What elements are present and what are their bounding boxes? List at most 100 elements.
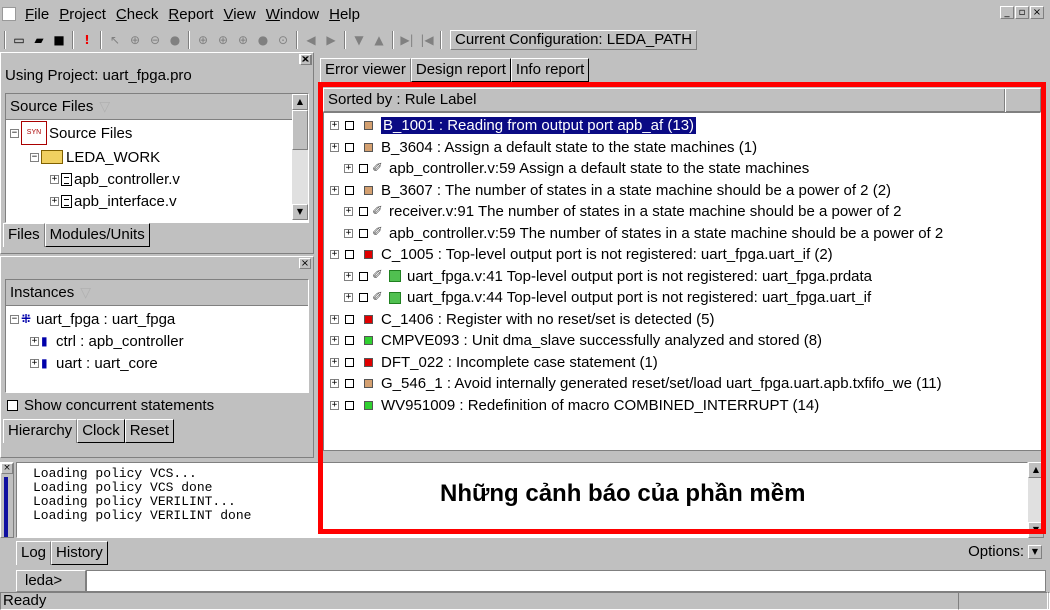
instances-header[interactable]: Instances ▽ <box>6 280 308 306</box>
error-row[interactable]: + ✐ apb_controller.v:59 The number of stat… <box>344 223 943 244</box>
error-row[interactable]: + B_3607 : The number of states in a stat… <box>330 180 891 201</box>
row-checkbox[interactable] <box>345 357 354 367</box>
tab-design-report[interactable]: Design report <box>410 58 511 82</box>
save-icon[interactable]: ■ <box>50 31 68 49</box>
tab-history[interactable]: History <box>51 541 108 565</box>
options-control[interactable]: Options: ▼ <box>968 543 1042 560</box>
tree-item-apb-controller[interactable]: + apb_controller.v <box>50 168 180 190</box>
scroll-down-icon[interactable]: ▼ <box>1028 522 1044 538</box>
expand-icon[interactable]: + <box>330 336 339 345</box>
menu-window[interactable]: Window <box>261 6 324 23</box>
error-row[interactable]: + DFT_022 : Incomplete case statement (1) <box>330 352 658 373</box>
row-checkbox[interactable] <box>345 142 354 152</box>
expand-icon[interactable]: + <box>330 142 339 152</box>
close-icon[interactable]: × <box>1030 6 1044 19</box>
prev-icon[interactable]: ◀ <box>302 31 320 49</box>
error-row[interactable]: + ✐ apb_controller.v:59 Assign a default s… <box>344 158 809 179</box>
scroll-thumb[interactable] <box>292 110 308 150</box>
fit-icon[interactable]: ● <box>166 31 184 49</box>
expand-icon[interactable]: + <box>344 228 353 238</box>
down-icon[interactable]: ▼ <box>350 31 368 49</box>
tab-files[interactable]: Files <box>3 223 45 247</box>
up-icon[interactable]: ▲ <box>370 31 388 49</box>
row-checkbox[interactable] <box>359 293 368 302</box>
zoom-next-icon[interactable]: ⊕ <box>234 31 252 49</box>
tree-item-apb-interface[interactable]: + apb_interface.v <box>50 190 177 212</box>
expand-icon[interactable]: + <box>344 271 353 281</box>
error-row[interactable]: + C_1005 : Top-level output port is not r… <box>330 244 833 265</box>
tree-item-uart[interactable]: + ▮ uart : uart_core <box>30 352 158 374</box>
menu-project[interactable]: Project <box>54 6 111 23</box>
pane-close-icon[interactable]: × <box>1 463 13 474</box>
new-file-icon[interactable]: ▭ <box>10 31 28 49</box>
tab-info-report[interactable]: Info report <box>510 58 590 82</box>
row-checkbox[interactable] <box>359 207 368 216</box>
error-row[interactable]: + B_3604 : Assign a default state to the … <box>330 137 757 158</box>
expand-icon[interactable]: + <box>330 185 339 195</box>
tree-item-source-files[interactable]: − SYN Source Files <box>10 121 132 145</box>
search-icon[interactable]: ⊙ <box>274 31 292 49</box>
expand-icon[interactable]: + <box>330 121 339 130</box>
scroll-up-icon[interactable]: ▲ <box>292 94 308 110</box>
expand-icon[interactable]: + <box>30 358 39 368</box>
error-row[interactable]: + ✐ receiver.v:91 The number of states in … <box>344 201 902 222</box>
highlight-icon[interactable]: ● <box>254 31 272 49</box>
row-checkbox[interactable] <box>359 164 368 173</box>
zoom-prev-icon[interactable]: ⊕ <box>214 31 232 49</box>
log-pane-grip[interactable]: × <box>0 462 14 538</box>
expand-icon[interactable]: + <box>330 314 339 324</box>
expand-icon[interactable]: + <box>330 250 339 259</box>
scroll-up-icon[interactable]: ▲ <box>1028 462 1044 478</box>
zoom-out-icon[interactable]: ⊖ <box>146 31 164 49</box>
open-folder-icon[interactable]: ▰ <box>30 31 48 49</box>
menu-view[interactable]: View <box>218 6 260 23</box>
row-checkbox[interactable] <box>345 250 354 259</box>
tab-modules-units[interactable]: Modules/Units <box>44 223 150 247</box>
chevron-down-icon[interactable]: ▼ <box>1028 544 1042 559</box>
tree-scrollbar[interactable]: ▲ ▼ <box>292 94 308 220</box>
zoom-area-icon[interactable]: ⊕ <box>194 31 212 49</box>
step-forward-icon[interactable]: ▶| <box>398 31 416 49</box>
tab-error-viewer[interactable]: Error viewer <box>320 58 411 82</box>
pointer-icon[interactable]: ↖ <box>106 31 124 49</box>
expand-icon[interactable]: + <box>344 293 353 302</box>
error-row[interactable]: + ✐ uart_fpga.v:44 Top-level output port i… <box>344 287 871 308</box>
tab-reset[interactable]: Reset <box>124 419 174 443</box>
error-row[interactable]: + WV951009 : Redefinition of macro COMBIN… <box>330 395 819 416</box>
sorted-by-header[interactable]: Sorted by : Rule Label <box>323 88 1041 113</box>
column-separator[interactable] <box>1004 89 1006 113</box>
source-files-header[interactable]: Source Files ▽ <box>6 94 308 120</box>
expand-icon[interactable]: + <box>344 207 353 216</box>
next-icon[interactable]: ▶ <box>322 31 340 49</box>
menu-help[interactable]: Help <box>324 6 365 23</box>
expand-icon[interactable]: + <box>344 164 353 173</box>
error-row[interactable]: + CMPVE093 : Unit dma_slave successfully … <box>330 330 822 351</box>
error-row[interactable]: + C_1406 : Register with no reset/set is … <box>330 309 715 330</box>
row-checkbox[interactable] <box>345 336 354 345</box>
show-concurrent-checkbox[interactable]: Show concurrent statements <box>7 397 214 414</box>
tab-hierarchy[interactable]: Hierarchy <box>3 419 78 443</box>
zoom-in-icon[interactable]: ⊕ <box>126 31 144 49</box>
menu-file[interactable]: File <box>20 6 54 23</box>
checkbox-box[interactable] <box>7 400 18 411</box>
error-row[interactable]: + ✐ uart_fpga.v:41 Top-level output port i… <box>344 266 872 287</box>
menu-check[interactable]: Check <box>111 6 164 23</box>
expand-icon[interactable]: + <box>50 196 59 206</box>
log-scrollbar[interactable]: ▲ ▼ <box>1028 462 1044 538</box>
row-checkbox[interactable] <box>345 121 354 130</box>
step-back-icon[interactable]: |◀ <box>418 31 436 49</box>
expand-icon[interactable]: + <box>330 400 339 410</box>
collapse-icon[interactable]: − <box>30 152 39 162</box>
expand-icon[interactable]: + <box>330 357 339 367</box>
error-row[interactable]: + B_1001 : Reading from output port apb_a… <box>330 115 697 136</box>
row-checkbox[interactable] <box>359 271 368 281</box>
row-checkbox[interactable] <box>359 228 368 238</box>
tab-log[interactable]: Log <box>16 541 52 565</box>
scroll-down-icon[interactable]: ▼ <box>292 204 308 220</box>
row-checkbox[interactable] <box>345 185 354 195</box>
tree-item-leda-work[interactable]: − LEDA_WORK <box>30 146 160 168</box>
expand-icon[interactable]: + <box>50 174 59 184</box>
error-row[interactable]: + G_546_1 : Avoid internally generated re… <box>330 373 942 394</box>
minimize-icon[interactable]: _ <box>1000 6 1014 19</box>
tree-item-uart-fpga[interactable]: − ⁜ uart_fpga : uart_fpga <box>10 308 175 330</box>
